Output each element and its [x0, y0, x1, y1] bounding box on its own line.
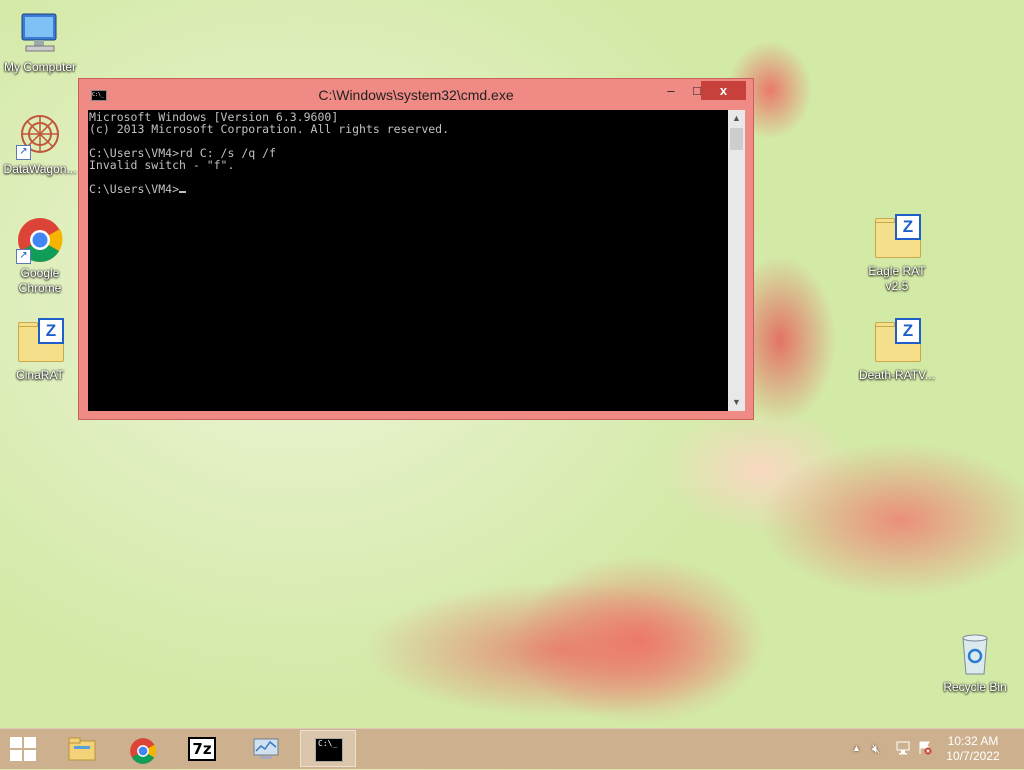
desktop-icon-eagle-rat[interactable]: Z Eagle RAT v2.5: [857, 214, 937, 294]
console-line: (c) 2013 Microsoft Corporation. All righ…: [89, 122, 450, 136]
minimize-button[interactable]: –: [658, 81, 684, 100]
computer-icon: [16, 10, 64, 58]
volume-muted-icon[interactable]: 🔇︎: [872, 741, 880, 757]
action-center-icon[interactable]: [918, 741, 932, 758]
desktop-icon-label: Eagle RAT v2.5: [868, 264, 926, 293]
taskbar: 7z C:\_ ▲ 🔇︎ 10:32 AM 10/7/2022: [0, 728, 1024, 769]
cmd-titlebar[interactable]: C:\_ C:\Windows\system32\cmd.exe – □ x: [79, 79, 753, 109]
console-prompt-line: C:\Users\VM4>: [89, 183, 728, 195]
clock-time: 10:32 AM: [947, 734, 999, 748]
vertical-scrollbar[interactable]: ▲ ▼: [728, 110, 745, 411]
scroll-down-arrow-icon[interactable]: ▼: [728, 394, 745, 411]
show-hidden-icons-icon[interactable]: ▲: [852, 743, 861, 753]
desktop-icon-label: DataWagon...: [3, 162, 77, 176]
monitor-icon: [252, 737, 280, 761]
shortcut-arrow-icon: ↗: [16, 145, 31, 160]
clock[interactable]: 10:32 AM 10/7/2022: [938, 734, 1008, 764]
desktop-icon-label: CinaRAT: [16, 368, 64, 382]
windows-logo-icon: [10, 737, 22, 748]
chrome-icon: ↗: [16, 216, 64, 264]
taskbar-cmd[interactable]: C:\_: [300, 730, 356, 767]
zip-folder-icon: Z: [16, 318, 64, 366]
desktop-icon-my-computer[interactable]: My Computer: [0, 10, 80, 75]
network-icon[interactable]: [896, 741, 910, 758]
cmd-icon: C:\_: [315, 738, 343, 762]
taskbar-chrome[interactable]: [115, 730, 171, 767]
zip-folder-icon: Z: [873, 318, 921, 366]
desktop-icon-recycle-bin[interactable]: Recycle Bin: [935, 630, 1015, 695]
desktop-icon-death-rat[interactable]: Z Death-RATV...: [857, 318, 937, 383]
desktop-icon-label: Google Chrome: [18, 266, 62, 295]
desktop-icon-google-chrome[interactable]: ↗ Google Chrome: [0, 216, 80, 296]
desktop-icon-label: Recycle Bin: [943, 680, 1007, 694]
datawagon-icon: ↗: [16, 112, 64, 160]
console-output[interactable]: Microsoft Windows [Version 6.3.9600] (c) …: [88, 110, 728, 411]
recycle-bin-icon: [951, 630, 999, 678]
zip-folder-icon: Z: [873, 214, 921, 262]
desktop-icon-datawagon[interactable]: ↗ DataWagon...: [0, 112, 80, 177]
taskbar-resource-monitor[interactable]: [238, 730, 294, 767]
folder-icon: [68, 737, 96, 761]
desktop-icon-label: Death-RATV...: [858, 368, 936, 382]
taskbar-7zip[interactable]: 7z: [174, 730, 230, 767]
shortcut-arrow-icon: ↗: [16, 249, 31, 264]
clock-date: 10/7/2022: [946, 749, 1000, 763]
cmd-window[interactable]: C:\_ C:\Windows\system32\cmd.exe – □ x M…: [78, 78, 754, 420]
chrome-icon: [129, 737, 157, 764]
text-cursor: [179, 191, 187, 193]
console-prompt: C:\Users\VM4>: [89, 182, 180, 196]
close-button[interactable]: x: [701, 81, 746, 100]
scroll-up-arrow-icon[interactable]: ▲: [728, 110, 745, 127]
desktop-icon-label: My Computer: [3, 60, 77, 74]
window-title: C:\Windows\system32\cmd.exe: [318, 87, 514, 103]
desktop-icon-cinarat[interactable]: Z CinaRAT: [0, 318, 80, 383]
console-line: Invalid switch - "f".: [89, 158, 235, 172]
scrollbar-thumb[interactable]: [730, 128, 743, 150]
system-tray: ▲ 🔇︎ 10:32 AM 10/7/2022: [844, 729, 1024, 769]
taskbar-file-explorer[interactable]: [54, 730, 110, 767]
7zip-icon: 7z: [188, 737, 216, 761]
start-button[interactable]: [8, 736, 38, 762]
